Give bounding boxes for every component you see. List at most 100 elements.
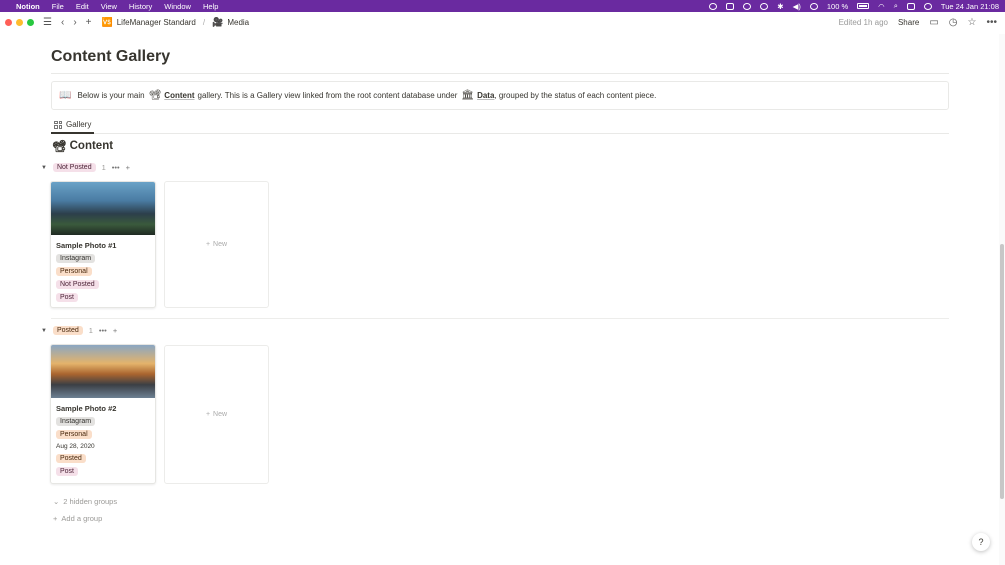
control-center-icon[interactable] [906, 2, 915, 10]
group-more-icon[interactable]: ••• [99, 326, 107, 335]
tab-gallery-label: Gallery [66, 120, 92, 129]
menu-edit[interactable]: Edit [76, 2, 89, 11]
title-divider [51, 73, 949, 74]
menubar-clock[interactable]: Tue 24 Jan 21:08 [941, 2, 999, 11]
edited-timestamp: Edited 1h ago [838, 18, 888, 27]
group-label-not-posted[interactable]: Not Posted [52, 163, 96, 172]
classical-building-icon: 🏛 [461, 90, 475, 101]
menu-help[interactable]: Help [203, 2, 218, 11]
new-card-button[interactable]: + New [164, 345, 269, 484]
plus-icon: + [205, 241, 211, 248]
macos-menu-bar: Notion File Edit View History Window Hel… [0, 0, 1005, 12]
menu-view[interactable]: View [101, 2, 117, 11]
add-group-label: Add a group [61, 514, 103, 523]
workspace-page-icon: 🆚 [101, 17, 113, 27]
hidden-groups-toggle[interactable]: ⌄ 2 hidden groups [53, 497, 117, 506]
bluetooth-icon[interactable]: ✱ [777, 2, 783, 11]
collapse-triangle-icon[interactable]: ▼ [41, 328, 47, 334]
callout-link-content[interactable]: Content [164, 91, 194, 100]
callout-text-1: Below is your main [77, 91, 145, 100]
breadcrumb: 🆚 LifeManager Standard / 🎥 Media [102, 17, 250, 28]
card-title: Sample Photo #2 [56, 404, 117, 413]
callout-block[interactable]: 📖 Below is your main 📽 Content gallery. … [51, 81, 949, 110]
battery-icon[interactable] [857, 3, 870, 9]
card-cover-image [51, 182, 155, 235]
forward-arrow-icon[interactable]: › [73, 17, 76, 28]
callout-text-3: , grouped by the status of each content … [494, 91, 657, 100]
projector-icon: 📽 [148, 90, 162, 101]
plus-icon: + [53, 514, 58, 523]
window-controls [5, 19, 34, 26]
gallery-card[interactable]: Sample Photo #2 Instagram Personal Aug 2… [50, 344, 156, 484]
card-date: Aug 28, 2020 [56, 443, 95, 450]
menu-notion[interactable]: Notion [16, 2, 40, 11]
new-page-plus-icon[interactable]: + [86, 17, 92, 28]
scrollbar-thumb[interactable] [1000, 244, 1004, 499]
wifi-icon[interactable]: ◠ [878, 2, 885, 11]
page-scrollbar[interactable] [999, 34, 1005, 565]
group-add-icon[interactable]: + [113, 326, 117, 335]
projector-icon: 📽 [52, 141, 67, 153]
status-app-icon-2[interactable] [726, 2, 735, 10]
gear-icon[interactable] [760, 2, 769, 10]
page-title[interactable]: Content Gallery [51, 48, 170, 66]
group-count: 1 [88, 326, 93, 335]
group-more-icon[interactable]: ••• [112, 163, 120, 172]
card-properties: Instagram Personal Not Posted Post [56, 254, 155, 307]
share-button[interactable]: Share [898, 18, 919, 27]
collapse-triangle-icon[interactable]: ▼ [41, 165, 47, 171]
tab-gallery[interactable]: Gallery [51, 117, 95, 134]
battery-percent: 100 % [826, 1, 849, 11]
card-properties: Instagram Personal Aug 28, 2020 Posted P… [56, 417, 155, 483]
card-cover-image [51, 345, 155, 398]
siri-icon[interactable] [923, 2, 932, 10]
back-arrow-icon[interactable]: ‹ [61, 17, 64, 28]
menu-history[interactable]: History [129, 2, 152, 11]
media-page-icon: 🎥 [212, 17, 224, 27]
breadcrumb-media[interactable]: Media [227, 18, 249, 27]
status-area: ✱ ◀) 100 % ◠ ⌕ Tue 24 Jan 21:08 [709, 1, 999, 11]
plus-icon: + [205, 411, 211, 418]
group-add-icon[interactable]: + [126, 163, 130, 172]
spotlight-search-icon[interactable]: ⌕ [894, 1, 898, 11]
maximize-window-button[interactable] [27, 19, 34, 26]
tag-status: Not Posted [56, 280, 99, 289]
volume-icon[interactable]: ◀) [793, 2, 801, 11]
breadcrumb-separator: / [202, 18, 206, 27]
hidden-groups-label: 2 hidden groups [63, 497, 118, 506]
help-button[interactable]: ? [972, 533, 990, 551]
play-icon[interactable] [809, 2, 818, 10]
tag-category: Personal [56, 267, 92, 276]
breadcrumb-lifemanager[interactable]: LifeManager Standard [117, 18, 196, 27]
callout-link-data[interactable]: Data [477, 91, 494, 100]
database-title[interactable]: 📽 Content [52, 139, 113, 153]
new-card-button[interactable]: + New [164, 181, 269, 308]
book-icon: 📖 [59, 90, 72, 101]
gallery-card[interactable]: Sample Photo #1 Instagram Personal Not P… [50, 181, 156, 308]
database-title-label: Content [69, 140, 114, 152]
card-title: Sample Photo #1 [56, 241, 117, 250]
more-options-icon[interactable]: ••• [986, 17, 997, 28]
minimize-window-button[interactable] [16, 19, 23, 26]
add-group-button[interactable]: + Add a group [53, 514, 102, 523]
tag-platform: Instagram [56, 417, 96, 426]
menu-window[interactable]: Window [164, 2, 191, 11]
clock-history-icon[interactable]: ◷ [949, 17, 958, 28]
group-divider [51, 318, 949, 319]
group-count: 1 [101, 163, 106, 172]
view-tabs: Gallery [51, 117, 949, 134]
new-card-label: New [213, 411, 228, 418]
star-icon[interactable]: ☆ [968, 17, 977, 28]
tag-platform: Instagram [56, 254, 96, 263]
group-label-posted[interactable]: Posted [52, 326, 83, 335]
status-app-icon[interactable] [709, 2, 718, 10]
chevron-down-icon: ⌄ [53, 497, 60, 506]
comment-icon[interactable]: ▭ [929, 17, 938, 28]
tag-status: Posted [56, 454, 86, 463]
sidebar-toggle-icon[interactable]: ☰ [43, 17, 52, 28]
status-sync-icon[interactable] [743, 2, 752, 10]
new-card-label: New [213, 241, 228, 248]
tag-type: Post [56, 467, 79, 476]
menu-file[interactable]: File [52, 2, 64, 11]
close-window-button[interactable] [5, 19, 12, 26]
